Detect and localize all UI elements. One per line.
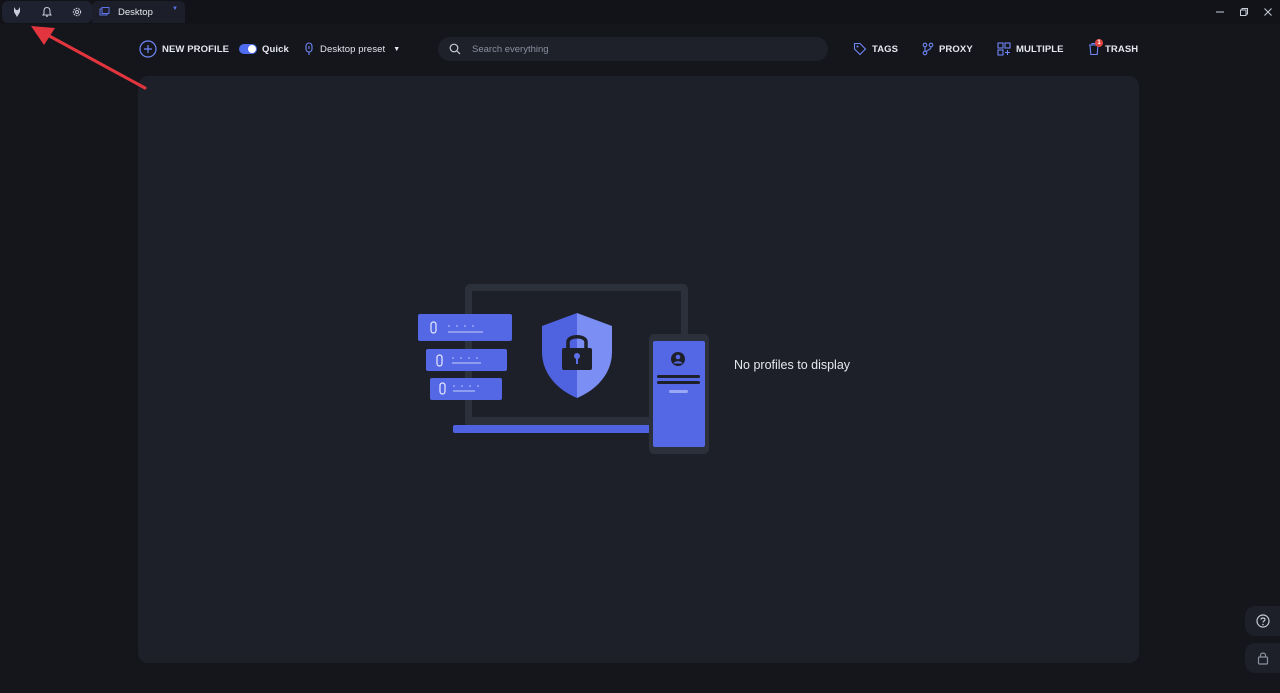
fingerprint-icon: [305, 42, 313, 55]
switch-knob: [248, 45, 256, 53]
new-profile-label: NEW PROFILE: [162, 43, 230, 55]
preset-label: Desktop preset: [320, 43, 386, 55]
trash-label: TRASH: [1105, 43, 1139, 55]
tab-label: Desktop: [118, 6, 153, 18]
app-logo-button[interactable]: [2, 1, 32, 23]
tags-label: TAGS: [872, 43, 899, 55]
proxy-button[interactable]: PROXY: [922, 34, 973, 64]
preset-dropdown[interactable]: Desktop preset ▼: [303, 34, 400, 64]
lock-button[interactable]: [1245, 643, 1280, 673]
settings-button[interactable]: [62, 1, 92, 23]
multiple-icon: [997, 42, 1011, 56]
proxy-icon: [922, 42, 934, 56]
tab-dropdown-icon[interactable]: ▼: [172, 6, 178, 12]
restore-icon: [1240, 8, 1248, 16]
app-logo-icon: [14, 7, 20, 17]
quick-toggle[interactable]: Quick: [239, 34, 289, 64]
close-button[interactable]: [1254, 0, 1280, 24]
tab-desktop[interactable]: Desktop ▼: [92, 1, 185, 23]
bell-icon: [42, 6, 52, 17]
new-profile-button[interactable]: NEW PROFILE: [139, 34, 229, 64]
gear-icon: [72, 7, 82, 17]
lock-icon: [1257, 652, 1269, 665]
empty-state-message: No profiles to display: [734, 358, 851, 372]
quick-label: Quick: [262, 43, 289, 55]
chevron-down-icon: ▼: [393, 45, 401, 53]
title-bar: Desktop ▼: [0, 0, 1280, 24]
search-icon: [449, 43, 461, 55]
titlebar-icon-group: [2, 1, 92, 23]
minimize-icon: [1216, 11, 1224, 13]
proxy-label: PROXY: [939, 43, 973, 55]
trash-count-badge: 1: [1095, 39, 1103, 47]
notifications-button[interactable]: [32, 1, 62, 23]
help-button[interactable]: [1245, 606, 1280, 636]
multiple-label: MULTIPLE: [1016, 43, 1064, 55]
tags-button[interactable]: TAGS: [853, 34, 898, 64]
plus-circle-icon: [139, 40, 157, 58]
search-bar[interactable]: [438, 37, 828, 61]
help-icon: [1256, 614, 1270, 628]
empty-state-illustration: [418, 284, 709, 454]
desktop-tab-icon: [99, 6, 110, 15]
quick-switch[interactable]: [239, 44, 257, 54]
close-icon: [1264, 8, 1272, 16]
multiple-button[interactable]: MULTIPLE: [997, 34, 1064, 64]
search-input[interactable]: [470, 42, 804, 56]
trash-button[interactable]: TRASH: [1088, 34, 1138, 64]
tag-icon: [853, 42, 867, 56]
